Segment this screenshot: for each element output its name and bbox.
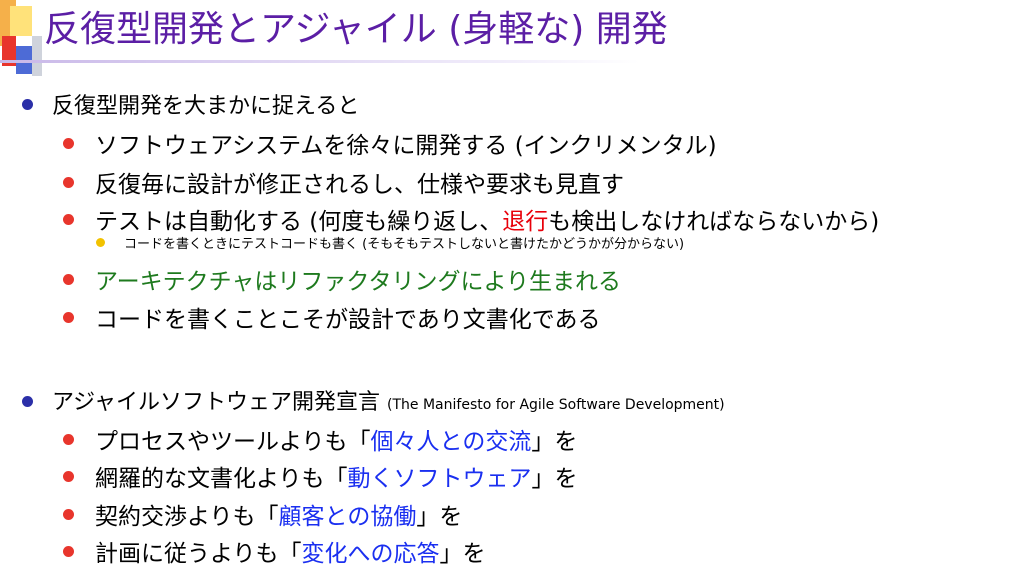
bullet-icon	[63, 312, 74, 323]
bullet-icon	[63, 214, 74, 225]
bullet-icon	[63, 177, 74, 188]
list-item: 網羅的な文書化よりも「動くソフトウェア」を	[95, 459, 578, 493]
highlight-value: 顧客との協働	[278, 504, 417, 530]
title-decoration	[10, 6, 32, 36]
item-text-end: 」を	[416, 504, 463, 530]
highlight-value: 個々人との交流	[370, 429, 532, 455]
slide-title: 反復型開発とアジャイル (身軽な) 開発	[44, 9, 668, 50]
list-item: コードを書くことこそが設計であり文書化である	[95, 307, 601, 333]
manifesto-heading-ja: アジャイルソフトウェア開発宣言	[52, 390, 381, 415]
bullet-icon	[63, 274, 74, 285]
bullet-icon	[96, 238, 105, 247]
list-item-test-automation: テストは自動化する (何度も繰り返し、退行も検出しなければならないから)	[95, 202, 879, 236]
list-item: プロセスやツールよりも「個々人との交流」を	[95, 422, 577, 456]
list-item: ソフトウェアシステムを徐々に開発する (インクリメンタル)	[95, 133, 717, 159]
bullet-icon	[63, 434, 74, 445]
manifesto-heading-en: (The Manifesto for Agile Software Develo…	[387, 397, 725, 413]
list-item-architecture: アーキテクチャはリファクタリングにより生まれる	[95, 269, 622, 295]
highlight-regression: 退行	[502, 209, 549, 235]
section-heading-iterative: 反復型開発を大まかに捉えると	[52, 94, 360, 119]
list-item: 契約交渉よりも「顧客との協働」を	[95, 497, 462, 531]
bullet-icon	[63, 509, 74, 520]
highlight-value: 動くソフトウェア	[347, 466, 532, 492]
bullet-icon	[22, 396, 33, 407]
test-item-text-end: も検出しなければならないから)	[548, 209, 880, 235]
item-text: 計画に従うよりも「	[95, 541, 302, 567]
item-text-end: 」を	[439, 541, 486, 567]
bullet-icon	[63, 471, 74, 482]
bullet-icon	[63, 546, 74, 557]
list-item: 反復毎に設計が修正されるし、仕様や要求も見直す	[95, 172, 624, 198]
item-text: プロセスやツールよりも「	[95, 429, 371, 455]
sub-note: コードを書くときにテストコードも書く (そもそもテストしないと書けたかどうかが分…	[124, 237, 685, 252]
item-text: 網羅的な文書化よりも「	[95, 466, 348, 492]
bullet-icon	[22, 99, 33, 110]
test-item-text: テストは自動化する (何度も繰り返し、	[95, 209, 503, 235]
list-item: 計画に従うよりも「変化への応答」を	[95, 534, 486, 568]
section-heading-agile-manifesto: アジャイルソフトウェア開発宣言 (The Manifesto for Agile…	[52, 384, 725, 416]
bullet-icon	[63, 138, 74, 149]
item-text: 契約交渉よりも「	[95, 504, 279, 530]
title-underline	[0, 60, 640, 63]
highlight-value: 変化への応答	[301, 541, 440, 567]
item-text-end: 」を	[531, 466, 578, 492]
item-text-end: 」を	[531, 429, 578, 455]
title-decoration	[32, 36, 42, 76]
